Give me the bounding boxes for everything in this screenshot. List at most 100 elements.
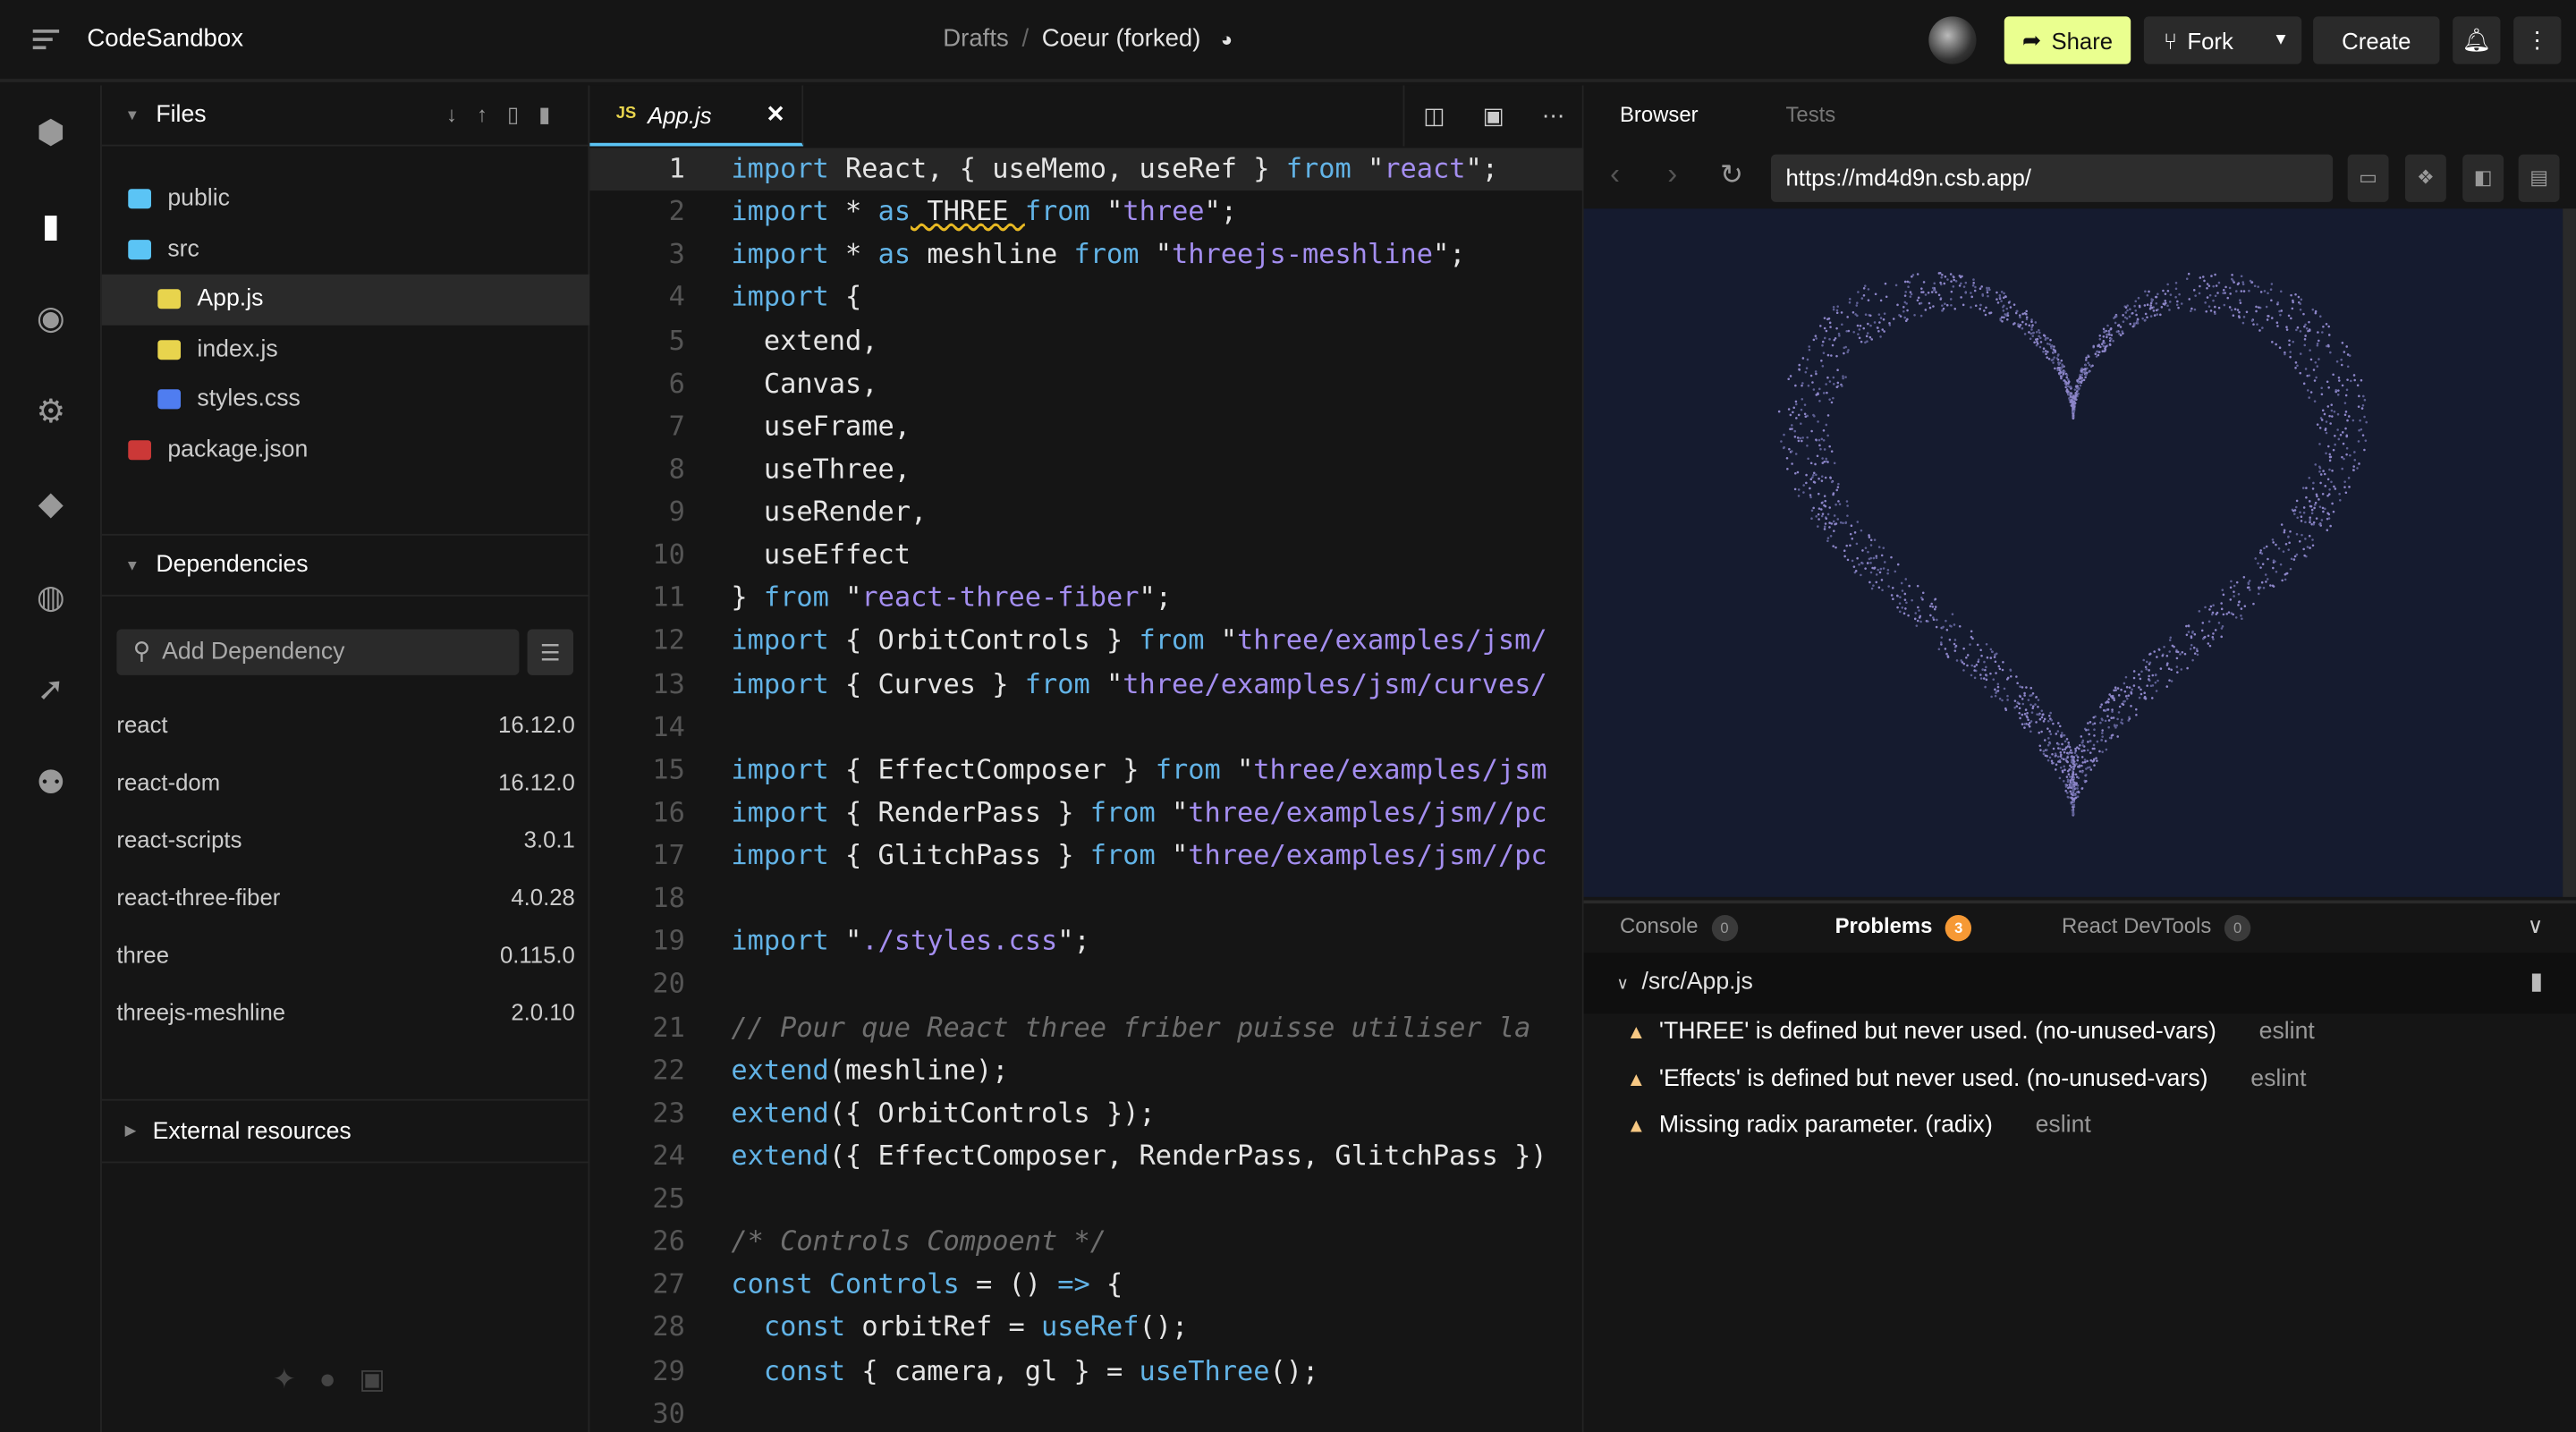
new-window-icon[interactable]: ◧ <box>2462 154 2504 202</box>
particle <box>2030 320 2033 323</box>
discord-icon[interactable]: ▣ <box>359 1363 408 1394</box>
chat-icon[interactable]: ◍ <box>30 576 72 619</box>
tab-tests[interactable]: Tests <box>1785 102 1835 127</box>
particle <box>2315 517 2318 520</box>
dependency-item[interactable]: threejs-meshline 2.0.10 <box>102 982 589 1039</box>
particle <box>1796 470 1800 474</box>
file-item[interactable]: public <box>102 174 589 225</box>
problem-item[interactable]: ▲ 'THREE' is defined but never used. (no-… <box>1626 1019 2314 1045</box>
particle <box>1932 305 1935 308</box>
particle <box>1832 520 1835 523</box>
problem-file-row[interactable]: ∨/src/App.js ▮ <box>1583 953 2576 1014</box>
file-item[interactable]: index.js <box>102 325 589 375</box>
more-icon[interactable]: ⋯ <box>1542 102 1565 130</box>
particle <box>2072 801 2075 803</box>
close-icon[interactable]: ✕ <box>766 100 785 128</box>
particle <box>2285 326 2288 329</box>
comment-icon[interactable]: ▭ <box>2347 154 2389 202</box>
dependencies-header[interactable]: ▼ Dependencies <box>101 536 590 597</box>
forward-icon[interactable]: › <box>1667 157 1677 192</box>
devtools-icon[interactable]: ▤ <box>2518 154 2560 202</box>
add-dependency-input[interactable]: ⚲ Add Dependency <box>116 629 520 675</box>
particle <box>1895 594 1899 597</box>
file-item[interactable]: styles.css <box>102 375 589 425</box>
upload-icon[interactable]: ↑ <box>477 102 507 127</box>
particle <box>2124 306 2128 309</box>
sandbox-name[interactable]: Coeur (forked) <box>1042 25 1201 53</box>
dependency-item[interactable]: react 16.12.0 <box>102 695 589 752</box>
dependency-item[interactable]: react-dom 16.12.0 <box>102 752 589 809</box>
scrollbar[interactable] <box>2563 208 2576 897</box>
twitter-icon[interactable]: ✦ <box>273 1363 319 1394</box>
tab-problems[interactable]: Problems 3 <box>1835 913 1972 942</box>
particle <box>1808 348 1811 352</box>
particle <box>2091 723 2095 725</box>
particle <box>1941 304 1944 307</box>
search-icon[interactable]: ◉ <box>30 297 72 340</box>
file-icon[interactable]: ▮ <box>30 205 72 248</box>
external-resources-header[interactable]: ▶ External resources <box>102 1101 589 1162</box>
code-token: useEffect <box>731 538 911 571</box>
particle <box>2038 717 2042 721</box>
refresh-icon[interactable]: ↻ <box>1720 159 1743 192</box>
download-icon[interactable]: ↓ <box>446 102 477 127</box>
particle <box>1846 351 1849 353</box>
file-item[interactable]: App.js <box>101 274 590 325</box>
crumb-drafts[interactable]: Drafts <box>943 25 1008 53</box>
more-icon[interactable]: ⋮ <box>2513 16 2562 64</box>
menu-icon[interactable] <box>32 30 60 50</box>
particle <box>1924 293 1928 296</box>
tab-browser[interactable]: Browser <box>1620 102 1699 127</box>
github-icon[interactable]: ● <box>319 1363 360 1394</box>
new-file-icon[interactable]: ▯ <box>507 102 538 127</box>
particle <box>2071 773 2074 775</box>
users-icon[interactable]: ⚉ <box>30 761 72 804</box>
code-area[interactable]: 1 import React, { useMemo, useRef } from … <box>589 148 1584 1432</box>
gear-icon[interactable]: ⚙ <box>30 390 72 433</box>
tab-app-js[interactable]: JS App.js ✕ <box>589 85 804 147</box>
new-folder-icon[interactable]: ▮ <box>538 102 570 127</box>
back-icon[interactable]: ‹ <box>1610 157 1620 192</box>
bell-icon[interactable]: 🔔︎ <box>2453 16 2501 64</box>
particle <box>1954 280 1958 283</box>
layout-icon[interactable]: ❖ <box>2404 154 2446 202</box>
create-button[interactable]: Create <box>2313 16 2440 64</box>
particle <box>2087 361 2089 364</box>
fork-button[interactable]: ⑂ Fork ▼ <box>2143 16 2302 64</box>
file-item[interactable]: package.json <box>102 425 589 475</box>
particle <box>2164 292 2167 295</box>
preview-canvas[interactable] <box>1583 208 2563 897</box>
cube-icon[interactable]: ⬢ <box>30 112 72 155</box>
avatar[interactable] <box>1928 16 1977 64</box>
split-view-icon[interactable]: ◫ <box>1423 102 1445 130</box>
particle <box>2328 453 2332 456</box>
url-input[interactable]: https://md4d9n.csb.app/ <box>1770 154 2334 202</box>
particle <box>2187 624 2190 627</box>
tab-console[interactable]: Console 0 <box>1620 913 1738 942</box>
list-icon[interactable]: ☰ <box>527 629 574 675</box>
problem-item[interactable]: ▲ Missing radix parameter. (radix) eslint <box>1626 1112 2090 1138</box>
particle <box>2073 793 2076 797</box>
problem-item[interactable]: ▲ 'Effects' is defined but never used. (n… <box>1626 1065 2306 1091</box>
dependency-item[interactable]: react-scripts 3.0.1 <box>102 809 589 867</box>
particle <box>1809 496 1812 499</box>
share-button[interactable]: ➦ Share <box>2004 16 2131 64</box>
particle <box>2034 703 2037 706</box>
particle <box>2232 314 2235 318</box>
collapse-icon[interactable]: ∨ <box>2528 913 2543 939</box>
particle <box>2077 790 2080 793</box>
file-item[interactable]: src <box>102 225 589 275</box>
file-icon[interactable]: ▮ <box>2530 953 2544 1013</box>
tab-react-devtools[interactable]: React DevTools 0 <box>2062 913 2251 942</box>
github-icon[interactable]: ◆ <box>30 483 72 526</box>
dependency-item[interactable]: react-three-fiber 4.0.28 <box>102 868 589 925</box>
files-header[interactable]: ▼ Files ↓↑▯▮ <box>101 86 590 147</box>
particle <box>1851 559 1854 563</box>
particle <box>1814 335 1818 337</box>
dependency-item[interactable]: three 0.115.0 <box>102 925 589 982</box>
chevron-down-icon[interactable]: ▼ <box>2273 31 2289 49</box>
preview-icon[interactable]: ▣ <box>1483 102 1504 130</box>
code-token: { EffectComposer } <box>828 753 1156 785</box>
particle <box>2332 448 2335 452</box>
rocket-icon[interactable]: ➚ <box>30 669 72 712</box>
